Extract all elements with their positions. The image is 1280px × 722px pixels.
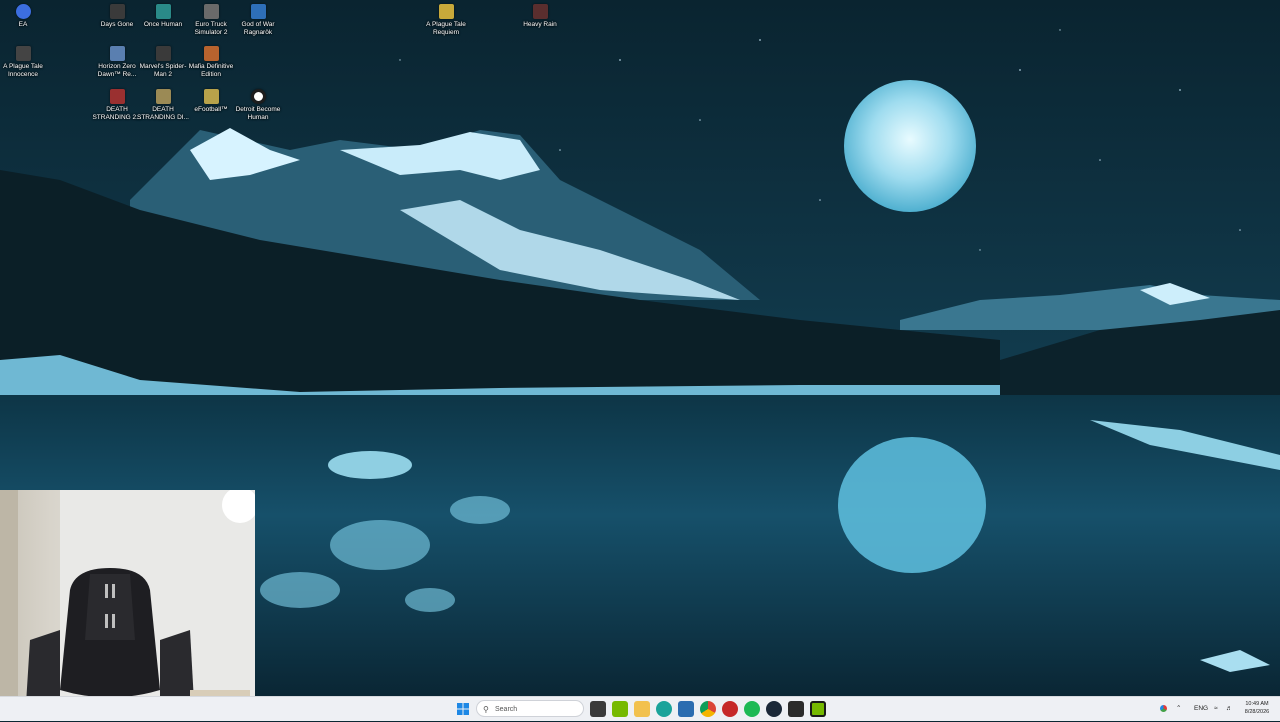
ea-icon (15, 4, 31, 19)
once-human-icon (155, 4, 171, 19)
webcam-feed (0, 490, 255, 720)
desktop-icon-detroit[interactable]: Detroit Become Human (231, 89, 285, 121)
desktop-icon-plague-tale-innocence[interactable]: A Plague Tale Innocence (0, 46, 50, 78)
death-stranding-dc-icon (155, 89, 171, 104)
webcam-overlay (0, 490, 255, 720)
efootball-icon (203, 89, 219, 104)
file-explorer-icon[interactable] (634, 701, 650, 717)
desktop-icon-efootball[interactable]: eFootball™ (184, 89, 238, 114)
terminal-green-icon[interactable] (810, 701, 826, 717)
search-placeholder: Search (495, 706, 518, 713)
task-view-icon[interactable] (590, 701, 606, 717)
desktop-icon-death-stranding-dc[interactable]: DEATH STRANDING DI... (136, 89, 190, 121)
days-gone-icon (109, 4, 125, 19)
search-box[interactable]: ⚲ Search (476, 700, 584, 717)
clock-time: 10:49 AM (1245, 701, 1269, 707)
plague-tale-requiem-icon (438, 4, 454, 19)
app-dark-icon[interactable] (788, 701, 804, 717)
clock-date: 8/28/2026 (1244, 709, 1270, 715)
search-icon: ⚲ (483, 705, 489, 714)
desktop-icon-euro-truck[interactable]: Euro Truck Simulator 2 (184, 4, 238, 36)
windows-icon (457, 703, 469, 715)
tray-chevron-icon[interactable]: ⌃ (1176, 697, 1181, 721)
plague-tale-innocence-icon (15, 46, 31, 61)
nvidia-icon[interactable] (612, 701, 628, 717)
god-of-war-icon (250, 4, 266, 19)
detroit-icon (250, 89, 266, 104)
euro-truck-icon (203, 4, 219, 19)
desktop-icon-mafia[interactable]: Mafia Definitive Edition (184, 46, 238, 78)
desktop-icon-plague-tale-requiem[interactable]: A Plague Tale Requiem (419, 4, 473, 36)
wifi-icon[interactable]: ≈ (1214, 697, 1218, 721)
desktop-icon-spider-man-2[interactable]: Marvel's Spider-Man 2 (136, 46, 190, 78)
edge-icon[interactable] (656, 701, 672, 717)
language-indicator[interactable]: ENG (1194, 697, 1208, 721)
tray-color-icon[interactable] (1160, 697, 1167, 721)
volume-icon[interactable]: ♬ (1226, 697, 1233, 721)
desktop-icon-god-of-war[interactable]: God of War Ragnarök (231, 4, 285, 36)
mafia-icon (203, 46, 219, 61)
horizon-zero-dawn-icon (109, 46, 125, 61)
clock[interactable]: 10:49 AM 8/28/2026 (1238, 700, 1276, 716)
death-stranding-2-icon (109, 89, 125, 104)
start-button[interactable] (455, 701, 471, 717)
desktop-icon-ea[interactable]: EA (0, 4, 50, 29)
heavy-rain-icon (532, 4, 548, 19)
chrome-icon[interactable] (700, 701, 716, 717)
spotify-icon[interactable] (744, 701, 760, 717)
store-icon[interactable] (678, 701, 694, 717)
taskbar: ⚲ Search ⌃ ENG ≈ ♬ 10:49 AM 8/28/2026 (0, 696, 1280, 721)
desktop-icon-once-human[interactable]: Once Human (136, 4, 190, 29)
desktop-icon-heavy-rain[interactable]: Heavy Rain (513, 4, 567, 29)
steam-icon[interactable] (766, 701, 782, 717)
app-red-icon[interactable] (722, 701, 738, 717)
spider-man-icon (155, 46, 171, 61)
